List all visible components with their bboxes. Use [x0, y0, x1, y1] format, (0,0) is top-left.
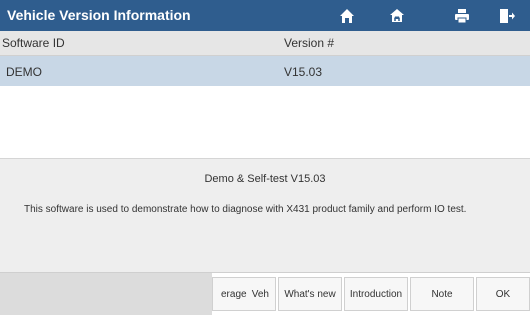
home-button[interactable]	[322, 0, 372, 31]
whats-new-button[interactable]: What's new	[278, 277, 342, 311]
exit-button[interactable]	[482, 0, 530, 31]
info-description: This software is used to demonstrate how…	[24, 204, 467, 215]
print-button[interactable]	[437, 0, 487, 31]
info-panel: Demo & Self-test V15.03 This software is…	[0, 158, 530, 273]
title-bar: Vehicle Version Information	[0, 0, 530, 31]
table-empty-area	[0, 86, 530, 158]
note-button[interactable]: Note	[410, 277, 474, 311]
coverage-button[interactable]: erage Veh	[212, 277, 276, 311]
print-icon	[455, 8, 469, 23]
cell-software-id: DEMO	[6, 65, 42, 79]
coverage-button-label-start: erage	[221, 288, 247, 300]
coverage-button-label-end: Veh	[251, 288, 269, 300]
column-header-version: Version #	[284, 36, 335, 50]
table-row[interactable]: DEMO V15.03	[0, 56, 530, 86]
column-header-software-id: Software ID	[2, 36, 65, 50]
info-heading: Demo & Self-test V15.03	[204, 173, 326, 185]
vehicle-home-icon	[390, 8, 404, 22]
ok-label: OK	[495, 288, 511, 300]
ok-button[interactable]: OK	[476, 277, 530, 311]
cell-version: V15.03	[284, 65, 323, 79]
table-header: Software ID Version #	[0, 31, 530, 56]
button-bar-filler	[0, 273, 212, 315]
introduction-button[interactable]: Introduction	[344, 277, 408, 311]
home-icon	[340, 8, 354, 23]
introduction-label: Introduction	[349, 288, 403, 300]
whats-new-label: What's new	[284, 288, 336, 300]
page-title: Vehicle Version Information	[7, 7, 191, 23]
note-label: Note	[431, 288, 453, 300]
button-bar: erage Veh What's new Introduction Note O…	[0, 272, 530, 315]
vehicle-home-button[interactable]	[372, 0, 422, 31]
exit-icon	[500, 8, 515, 23]
